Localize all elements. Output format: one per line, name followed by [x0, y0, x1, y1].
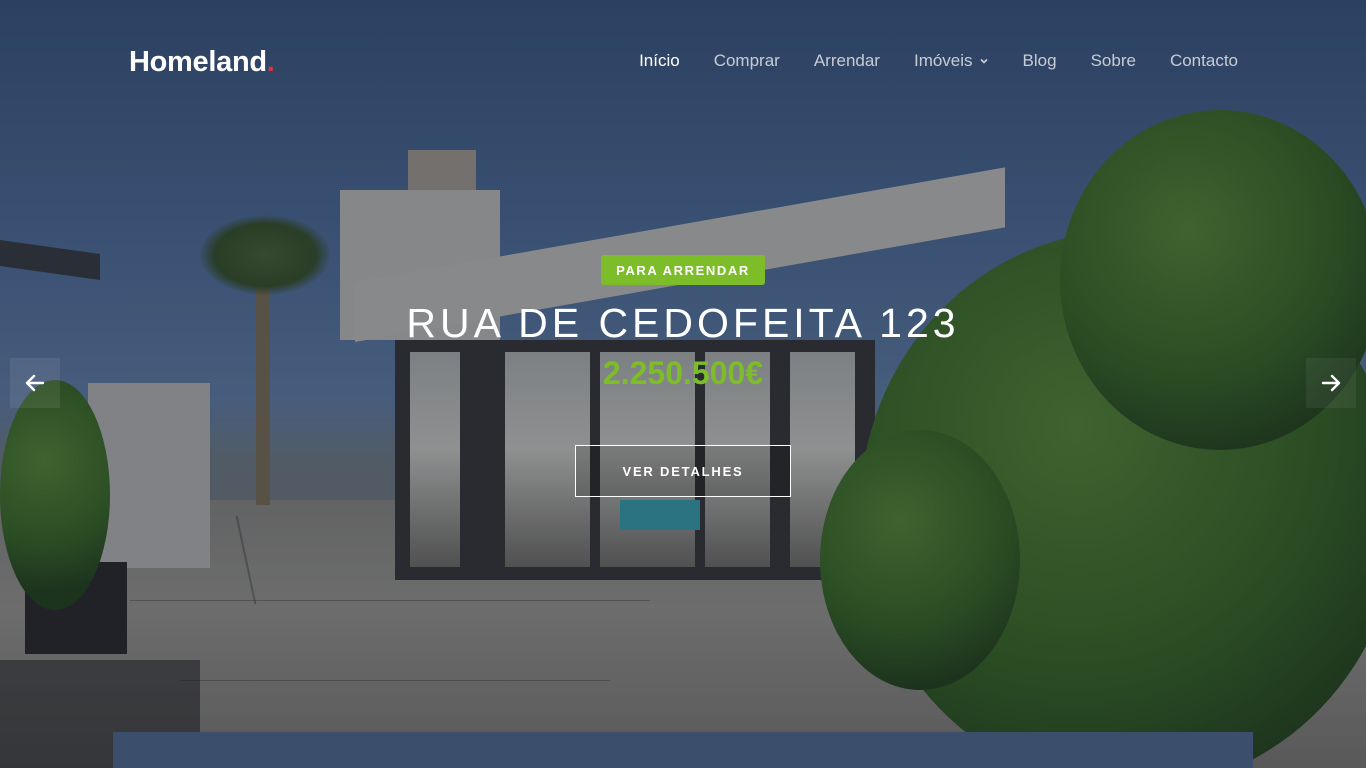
- slider-next-button[interactable]: [1306, 358, 1356, 408]
- chevron-down-icon: [979, 58, 988, 64]
- logo-dot: .: [266, 46, 275, 78]
- site-logo[interactable]: Homeland.: [129, 46, 275, 79]
- view-details-button[interactable]: VER DETALHES: [575, 445, 791, 497]
- nav-item-imoveis[interactable]: Imóveis: [914, 51, 989, 71]
- site-header: Homeland. Início Comprar Arrendar Imóvei…: [0, 0, 1366, 120]
- property-price: 2.250.500€: [602, 355, 764, 391]
- logo-text: Homeland: [129, 46, 267, 78]
- listing-status-badge: PARA ARRENDAR: [601, 255, 765, 285]
- slider-prev-button[interactable]: [10, 358, 60, 408]
- property-search-panel: [113, 732, 1253, 768]
- property-title: RUA DE CEDOFEITA 123: [406, 300, 960, 346]
- nav-item-arrendar[interactable]: Arrendar: [814, 51, 880, 71]
- main-navigation: Início Comprar Arrendar Imóveis Blog Sob…: [639, 51, 1238, 71]
- arrow-right-icon: [1321, 374, 1341, 392]
- nav-item-inicio[interactable]: Início: [639, 51, 680, 71]
- nav-item-blog[interactable]: Blog: [1023, 51, 1057, 71]
- nav-item-sobre[interactable]: Sobre: [1091, 51, 1136, 71]
- arrow-left-icon: [25, 374, 45, 392]
- nav-item-contacto[interactable]: Contacto: [1170, 51, 1238, 71]
- nav-item-comprar[interactable]: Comprar: [714, 51, 780, 71]
- nav-item-imoveis-label: Imóveis: [913, 51, 973, 70]
